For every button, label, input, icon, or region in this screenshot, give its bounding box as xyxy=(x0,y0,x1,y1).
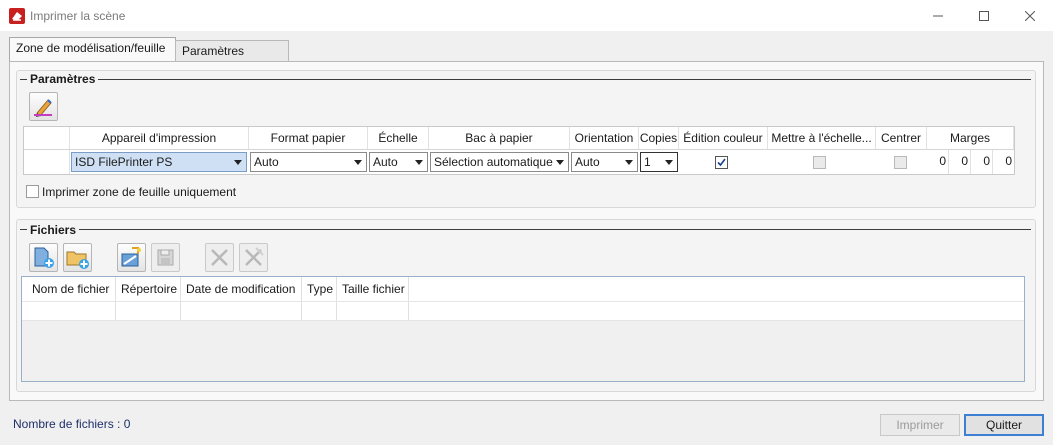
column-header: Bac à papier xyxy=(429,127,570,149)
add-folder-icon xyxy=(64,251,91,274)
parametres-title: Paramètres xyxy=(27,72,99,86)
chevron-down-icon xyxy=(354,160,362,165)
paper-tray-value: Sélection automatique xyxy=(434,155,553,169)
chevron-down-icon xyxy=(556,160,564,165)
table-cell xyxy=(337,302,409,320)
remove-button[interactable] xyxy=(205,243,234,272)
scale-select[interactable]: Auto xyxy=(369,152,428,172)
pencil-icon xyxy=(30,99,57,123)
maximize-button[interactable] xyxy=(961,0,1007,31)
paper-tray-select[interactable]: Sélection automatique xyxy=(430,152,569,172)
chevron-down-icon xyxy=(234,160,242,165)
margin-right[interactable]: 0 xyxy=(971,150,993,174)
margin-top[interactable]: 0 xyxy=(949,150,971,174)
margin-left[interactable]: 0 xyxy=(927,150,949,174)
table-cell xyxy=(302,302,337,320)
copies-select[interactable]: 1 xyxy=(640,152,678,172)
import-icon xyxy=(118,247,145,274)
color-edition-checkbox[interactable] xyxy=(715,156,728,169)
column-header[interactable]: Répertoire xyxy=(116,277,181,301)
center-checkbox[interactable] xyxy=(894,156,907,169)
grid-divider xyxy=(24,149,1014,150)
checkmark-icon xyxy=(717,158,726,167)
file-count-status: Nombre de fichiers : 0 xyxy=(13,417,131,431)
add-folder-button[interactable] xyxy=(63,243,92,272)
column-header: Échelle xyxy=(368,127,429,149)
paper-format-value: Auto xyxy=(254,155,279,169)
table-row[interactable] xyxy=(22,301,1024,321)
paper-format-select[interactable]: Auto xyxy=(250,152,367,172)
chevron-down-icon xyxy=(665,160,673,165)
column-header[interactable]: Taille fichier xyxy=(337,277,409,301)
tab-modelisation-feuille[interactable]: Zone de modélisation/feuille xyxy=(9,37,176,62)
printer-select[interactable]: ISD FilePrinter PS xyxy=(71,152,247,172)
column-header-filler xyxy=(409,277,1024,301)
column-header: Format papier xyxy=(249,127,368,149)
grid-row-header xyxy=(24,127,70,149)
group-separator xyxy=(20,229,1031,230)
window-title: Imprimer la scène xyxy=(30,9,126,23)
sheet-only-label: Imprimer zone de feuille uniquement xyxy=(42,185,237,199)
column-header[interactable]: Type xyxy=(302,277,337,301)
app-icon xyxy=(9,8,25,24)
chevron-down-icon xyxy=(625,160,633,165)
fichiers-title: Fichiers xyxy=(27,223,80,237)
remove-all-button[interactable] xyxy=(239,243,268,272)
group-separator xyxy=(20,79,1031,80)
table-cell xyxy=(27,302,116,320)
column-header: Centrer xyxy=(876,127,927,149)
sheet-only-checkbox[interactable] xyxy=(26,185,39,198)
orientation-select[interactable]: Auto xyxy=(571,152,638,172)
save-icon xyxy=(152,249,179,274)
copies-value: 1 xyxy=(644,155,651,169)
files-table: Nom de fichier Répertoire Date de modifi… xyxy=(21,276,1025,382)
add-file-button[interactable] xyxy=(29,243,58,272)
column-header: Appareil d'impression xyxy=(70,127,249,149)
column-header: Copies xyxy=(639,127,679,149)
tab-strip: Zone de modélisation/feuille Paramètres … xyxy=(0,37,1053,79)
import-button[interactable] xyxy=(117,243,146,272)
table-cell xyxy=(181,302,302,320)
print-button[interactable]: Imprimer xyxy=(880,414,960,436)
quit-button[interactable]: Quitter xyxy=(964,414,1044,436)
row-selector[interactable] xyxy=(24,150,70,174)
edit-printer-button[interactable] xyxy=(29,92,58,121)
column-header: Marges xyxy=(927,127,1014,149)
printer-value: ISD FilePrinter PS xyxy=(75,155,173,169)
column-header: Édition couleur xyxy=(679,127,768,149)
delete-all-icon xyxy=(240,247,267,274)
printer-settings-grid: Appareil d'impression Format papier Éche… xyxy=(23,126,1015,175)
scale-value: Auto xyxy=(373,155,398,169)
title-bar: Imprimer la scène xyxy=(0,0,1053,31)
table-cell xyxy=(116,302,181,320)
chevron-down-icon xyxy=(415,160,423,165)
fit-to-scale-checkbox[interactable] xyxy=(813,156,826,169)
minimize-button[interactable] xyxy=(915,0,961,31)
header-left-pad xyxy=(22,277,27,301)
delete-icon xyxy=(206,249,233,274)
column-header[interactable]: Nom de fichier xyxy=(27,277,116,301)
tab-parametres-ps-xps[interactable]: Paramètres PS/XPS xyxy=(175,40,289,79)
orientation-value: Auto xyxy=(575,155,600,169)
add-file-icon xyxy=(30,247,57,274)
column-header: Mettre à l'échelle... xyxy=(768,127,876,149)
column-header: Orientation xyxy=(570,127,639,149)
save-button[interactable] xyxy=(151,243,180,272)
margin-bottom[interactable]: 0 xyxy=(993,150,1014,174)
column-header[interactable]: Date de modification xyxy=(181,277,302,301)
close-button[interactable] xyxy=(1007,0,1053,31)
